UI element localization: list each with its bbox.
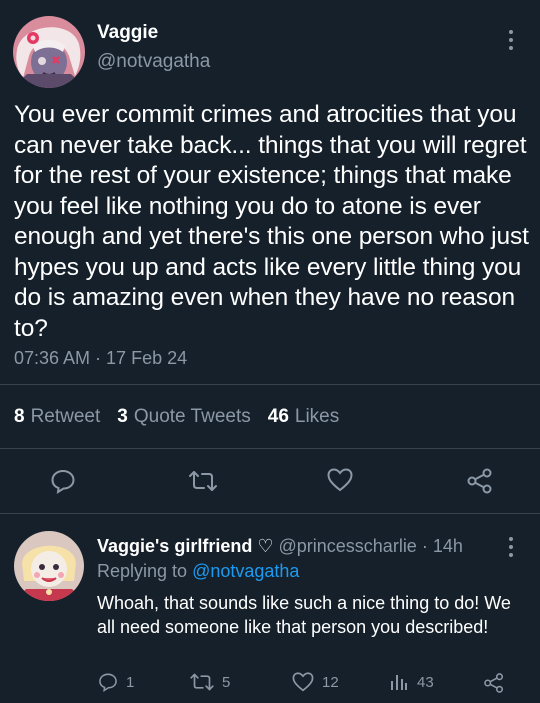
divider [0, 384, 540, 385]
like-icon [292, 672, 314, 692]
tweet-stats: 8 Retweet 3 Quote Tweets 46 Likes [14, 406, 339, 428]
reply-count: 1 [126, 673, 135, 691]
like-count: 12 [322, 673, 339, 691]
likes-stat[interactable]: 46 Likes [268, 406, 340, 428]
divider [0, 448, 540, 449]
reply-share-button[interactable] [483, 672, 505, 694]
views-count: 43 [417, 673, 434, 691]
replying-to: Replying to @notvagatha [97, 561, 300, 581]
like-icon[interactable] [327, 468, 353, 492]
share-icon [484, 673, 504, 693]
reply-icon[interactable] [50, 468, 76, 494]
reply-icon [99, 673, 117, 692]
reply-views-button[interactable]: 43 [389, 672, 434, 692]
quote-tweets-stat[interactable]: 3 Quote Tweets [117, 406, 250, 428]
replying-to-handle[interactable]: @notvagatha [192, 561, 299, 581]
author-handle[interactable]: @notvagatha [97, 51, 210, 73]
retweet-count: 5 [222, 673, 231, 691]
reply-author-avatar[interactable] [14, 531, 84, 601]
views-icon [391, 675, 407, 690]
reply-retweet-button[interactable]: 5 [190, 672, 230, 692]
reply-header: Vaggie's girlfriend ♡ @princesscharlie ·… [97, 536, 463, 557]
reply-text: Whoah, that sounds like such a nice thin… [97, 593, 511, 637]
tweet-timestamp[interactable]: 07:36 AM · 17 Feb 24 [14, 348, 187, 369]
author-avatar[interactable] [13, 16, 85, 88]
tweet-text: You ever commit crimes and atrocities th… [14, 101, 529, 342]
reply-author-handle[interactable]: @princesscharlie [279, 536, 417, 556]
author-name[interactable]: Vaggie [97, 22, 158, 44]
reply-time[interactable]: · 14h [422, 536, 463, 556]
heart-outline-icon: ♡ [257, 536, 274, 556]
retweets-stat[interactable]: 8 Retweet [14, 406, 100, 428]
more-options-icon[interactable] [509, 30, 515, 50]
reply-reply-button[interactable]: 1 [98, 672, 134, 692]
retweet-icon [190, 673, 214, 691]
retweet-icon[interactable] [189, 469, 217, 493]
reply-more-options-icon[interactable] [509, 537, 515, 557]
reply-author-name[interactable]: Vaggie's girlfriend [97, 536, 252, 556]
share-icon[interactable] [466, 467, 494, 495]
divider [0, 513, 540, 514]
reply-like-button[interactable]: 12 [292, 672, 339, 692]
